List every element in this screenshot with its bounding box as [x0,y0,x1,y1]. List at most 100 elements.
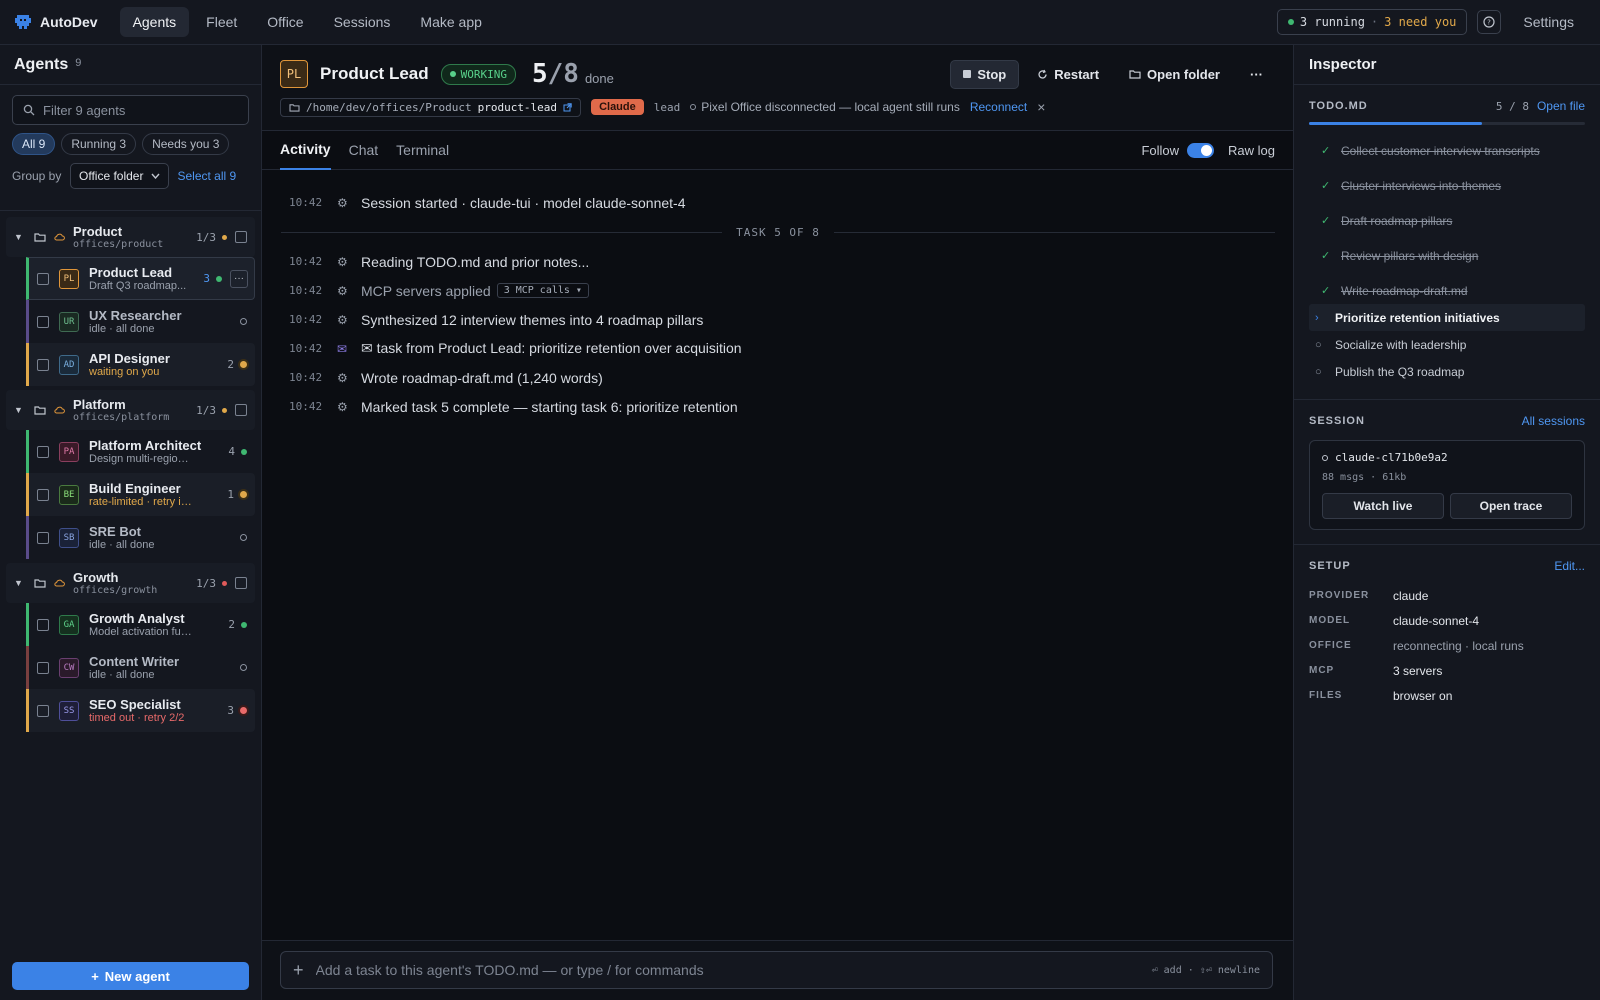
agent-more-button[interactable]: ··· [230,269,248,288]
todo-item[interactable]: ✓ Draft roadmap pillars [1315,207,1585,234]
log-time: 10:42 [289,196,323,209]
agent-checkbox[interactable] [37,618,49,631]
nav-sessions[interactable]: Sessions [321,7,404,37]
dismiss-icon[interactable]: × [1037,99,1045,115]
group-checkbox[interactable] [235,577,247,589]
office-group-product[interactable]: ▼ Product offices/product 1/3 [6,217,255,257]
waiting-dot-icon [240,491,247,498]
group-by-value: Office folder [79,169,144,183]
todo-item[interactable]: › Prioritize retention initiatives [1309,304,1585,331]
agent-row[interactable]: SS SEO Specialist timed out · retry 2/2 3 [26,689,255,732]
agent-checkbox[interactable] [37,531,49,544]
todo-item[interactable]: ✓ Collect customer interview transcripts [1315,137,1585,164]
agent-checkbox[interactable] [37,661,49,674]
todo-item[interactable]: ○ Socialize with leadership [1309,331,1585,358]
todo-item[interactable]: ✓ Review pillars with design [1315,242,1585,269]
folder-icon [1129,70,1141,79]
nav-make-app[interactable]: Make app [407,7,494,37]
agent-checkbox[interactable] [37,488,49,501]
agent-header: PL Product Lead WORKING 5/8 done Stop Re… [262,45,1293,131]
agent-checkbox[interactable] [37,315,49,328]
agent-checkbox[interactable] [37,272,49,285]
group-checkbox[interactable] [235,404,247,416]
tab-terminal[interactable]: Terminal [396,131,449,170]
watch-live-button[interactable]: Watch live [1322,493,1444,519]
agent-row[interactable]: UR UX Researcher idle · all done [26,300,255,343]
help-button[interactable]: ? [1477,10,1502,34]
nav-agents[interactable]: Agents [119,7,190,37]
agent-row[interactable]: SB SRE Bot idle · all done [26,516,255,559]
agent-row[interactable]: GA Growth AnalystModel activation funne..… [26,603,255,646]
open-trace-button[interactable]: Open trace [1450,493,1572,519]
edit-setup-link[interactable]: Edit... [1554,559,1585,573]
add-icon[interactable]: + [293,960,304,981]
raw-log-link[interactable]: Raw log [1228,143,1275,158]
status-text: WORKING [460,67,507,81]
agent-subtitle: timed out · retry 2/2 [89,712,185,724]
agent-row[interactable]: BE Build Engineer rate-limited · retry in … [26,473,255,516]
agent-avatar: AD [59,354,79,375]
progress-total: 8 [563,59,579,89]
log-time: 10:42 [289,371,323,384]
task-composer[interactable]: + ⏎ add · ⇧⏎ newline [280,951,1273,989]
agent-row[interactable]: CW Content Writer idle · all done [26,646,255,689]
follow-toggle[interactable] [1187,142,1215,158]
todo-text: Socialize with leadership [1335,337,1467,352]
pending-circle-icon: ○ [1315,365,1322,378]
all-sessions-link[interactable]: All sessions [1522,414,1585,428]
filter-chip[interactable]: Needs you 3 [142,133,230,155]
open-folder-button[interactable]: Open folder [1117,61,1232,88]
follow-toggle-wrap[interactable]: Follow [1141,142,1215,158]
agent-checkbox[interactable] [37,358,49,371]
group-path: offices/growth [73,585,158,596]
path-text: /home/dev/offices/Product [306,100,472,114]
filter-chip[interactable]: Running 3 [61,133,137,155]
agent-row[interactable]: AD API Designer waiting on you 2 [26,343,255,386]
progress-done: 5 [531,59,548,89]
agents-list: ▼ Product offices/product 1/3 PL Product Lead… [0,210,261,732]
agent-row[interactable]: PA Platform Architect Design multi-region … [26,430,255,473]
caret-down-icon[interactable]: ▼ [14,405,26,415]
caret-down-icon[interactable]: ▼ [14,232,26,242]
agent-info: Build Engineerrate-limited · retry in 4m [89,481,227,508]
office-group-platform[interactable]: ▼ Platform offices/platform 1/3 [6,390,255,430]
tab-activity[interactable]: Activity [280,131,331,170]
filter-chip[interactable]: All 9 [12,133,56,155]
agent-checkbox[interactable] [37,445,49,458]
filter-box[interactable] [12,95,249,125]
nav-fleet[interactable]: Fleet [193,7,250,37]
folder-icon [289,103,300,112]
filter-input[interactable] [43,102,233,118]
group-checkbox[interactable] [235,231,247,243]
more-button[interactable]: ··· [1238,61,1275,88]
select-all-link[interactable]: Select all 9 [177,169,237,183]
office-group-growth[interactable]: ▼ Growth offices/growth 1/3 [6,563,255,603]
todo-text: Write roadmap-draft.md [1341,283,1468,298]
app-logo[interactable]: AutoDev [14,13,98,31]
status-dot-icon [449,71,456,77]
agent-task-count: 2 [227,358,234,371]
settings-link[interactable]: Settings [1511,8,1586,36]
new-agent-button[interactable]: + New agent [12,962,249,990]
todo-item[interactable]: ✓ Cluster interviews into themes [1315,172,1585,199]
restart-button[interactable]: Restart [1025,61,1111,88]
stop-button[interactable]: Stop [950,59,1020,89]
workspace-path[interactable]: /home/dev/offices/Product product-lead [280,97,582,117]
todo-item[interactable]: ✓ Write roadmap-draft.md [1315,277,1585,304]
caret-down-icon[interactable]: ▼ [14,578,26,588]
reconnect-link[interactable]: Reconnect [970,100,1027,114]
open-file-link[interactable]: Open file [1537,99,1585,113]
nav-office[interactable]: Office [254,7,316,37]
fleet-status-pill[interactable]: 3 running · 3 need you [1276,9,1468,35]
tab-chat[interactable]: Chat [349,131,379,170]
group-count: 1/3 [196,576,216,590]
logo-icon [15,15,31,29]
todo-item[interactable]: ○ Publish the Q3 roadmap [1309,358,1585,385]
mcp-calls-chip[interactable]: 3 MCP calls ▾ [496,283,589,298]
group-by-select[interactable]: Office folder [70,163,170,189]
agent-checkbox[interactable] [37,704,49,717]
agent-row[interactable]: PL Product Lead Draft Q3 roadmap... 3 ··· [26,257,255,300]
idle-ring-icon [240,534,247,541]
setup-value: claude-sonnet-4 [1393,613,1480,628]
task-input[interactable] [315,962,1152,978]
